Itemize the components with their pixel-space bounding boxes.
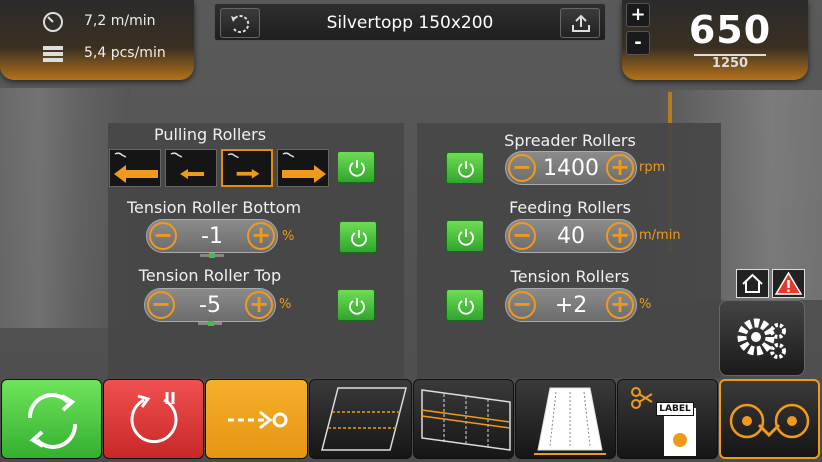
speed-panel: 7,2 m/min 5,4 pcs/min	[0, 0, 194, 80]
warning-icon	[774, 271, 803, 295]
speedometer-icon	[43, 12, 63, 32]
counter-value: 650	[688, 8, 772, 52]
decrement-button[interactable]: -	[626, 31, 650, 55]
tension-top-indicator	[198, 321, 222, 326]
arrow-left-fast-icon	[114, 152, 158, 183]
tension-roller-bottom-label: Tension Roller Bottom	[126, 198, 302, 217]
scissors-icon	[631, 387, 696, 456]
tension-top-plus-button[interactable]: +	[245, 291, 273, 319]
rollers-icon	[729, 403, 810, 439]
fabric-horizontal-icon	[321, 387, 407, 451]
power-icon	[458, 229, 474, 246]
line-speed-value: 7,2 m/min	[84, 13, 156, 29]
power-icon	[458, 161, 474, 178]
home-icon	[742, 273, 763, 293]
spreader-rollers-label: Spreader Rollers	[504, 131, 636, 150]
tension-top-power-button[interactable]	[337, 289, 375, 321]
pull-reverse-fast-button[interactable]	[109, 149, 161, 187]
piece-rate-row: 5,4 pcs/min	[40, 42, 166, 64]
pull-forward-slow-button[interactable]	[221, 149, 273, 187]
fabric-sheet-button[interactable]	[515, 379, 616, 459]
tension-rollers-power-button[interactable]	[446, 289, 484, 321]
pulling-rollers-power-button[interactable]	[337, 151, 375, 183]
pull-reverse-slow-button[interactable]	[165, 149, 217, 187]
upload-recipe-button[interactable]	[560, 8, 600, 38]
feeding-unit: m/min	[639, 228, 681, 243]
rollers-rotate-button[interactable]	[719, 379, 820, 459]
arrow-left-slow-icon	[170, 152, 204, 179]
spreader-rollers-power-button[interactable]	[446, 152, 484, 184]
tension-rollers-stepper: − +2 +	[505, 288, 637, 322]
tension-bottom-unit: %	[282, 229, 295, 244]
cycle-start-button[interactable]	[1, 379, 102, 459]
recipe-title: Silvertopp 150x200	[326, 13, 494, 33]
stack-icon	[43, 46, 63, 62]
feeding-rollers-power-button[interactable]	[446, 220, 484, 252]
settings-button[interactable]	[719, 300, 805, 376]
pause-button[interactable]	[103, 379, 204, 459]
warning-button[interactable]	[772, 269, 805, 298]
increment-button[interactable]: +	[626, 3, 650, 27]
tension-rollers-label: Tension Rollers	[510, 267, 630, 286]
power-icon	[458, 298, 474, 315]
tension-roller-top-label: Tension Roller Top	[138, 266, 282, 285]
step-arrow-icon	[228, 410, 288, 430]
tension-roller-top-stepper: − -5 +	[144, 288, 276, 322]
tension-roller-bottom-stepper: − -1 +	[146, 219, 278, 253]
spreader-rollers-stepper: − 1400 +	[505, 151, 637, 185]
tension-bottom-power-button[interactable]	[339, 221, 377, 253]
counter-target: 1250	[711, 56, 749, 71]
counter-panel: + - 650 1250	[622, 0, 808, 80]
tension-bottom-indicator	[200, 253, 224, 258]
power-icon	[349, 298, 365, 315]
arrow-right-fast-icon	[282, 152, 326, 183]
arrow-right-slow-icon	[227, 153, 260, 179]
power-icon	[351, 230, 367, 247]
piece-rate-value: 5,4 pcs/min	[84, 45, 166, 61]
label-tag: LABEL	[656, 402, 694, 416]
feeding-rollers-label: Feeding Rollers	[509, 198, 631, 217]
upload-icon	[572, 14, 590, 32]
line-speed-row: 7,2 m/min	[40, 10, 155, 32]
power-icon	[349, 160, 365, 177]
spreader-plus-button[interactable]: +	[606, 154, 634, 182]
tension-bottom-plus-button[interactable]: +	[247, 222, 275, 250]
tension-rollers-plus-button[interactable]: +	[606, 291, 634, 319]
feeding-rollers-stepper: − 40 +	[505, 219, 637, 253]
home-button[interactable]	[736, 269, 769, 298]
pull-forward-fast-button[interactable]	[277, 149, 329, 187]
fabric-sheet-icon	[534, 387, 606, 455]
fabric-grid-icon	[421, 389, 511, 451]
refresh-icon	[27, 393, 78, 449]
gears-icon	[737, 318, 786, 359]
step-forward-button[interactable]	[205, 379, 308, 459]
label-button[interactable]: LABEL	[617, 379, 718, 459]
tension-rollers-unit: %	[639, 297, 652, 312]
pulling-rollers-label: Pulling Rollers	[153, 125, 267, 144]
feeding-plus-button[interactable]: +	[606, 222, 634, 250]
recipe-bar: Silvertopp 150x200	[214, 3, 606, 41]
cut-pattern-grid-button[interactable]	[413, 379, 514, 459]
tension-top-unit: %	[279, 297, 292, 312]
pause-rotate-icon	[130, 392, 178, 444]
cut-pattern-horizontal-button[interactable]	[309, 379, 412, 459]
spreader-unit: rpm	[639, 160, 666, 175]
